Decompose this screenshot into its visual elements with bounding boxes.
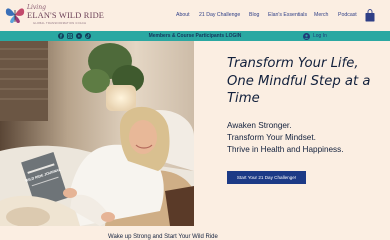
woman-reading-photo: WILD RIDE JOURNAL bbox=[0, 41, 194, 226]
login-label: Log In bbox=[313, 33, 327, 39]
brand-tagline: GLOBAL TRANSFORMATION COACH bbox=[33, 22, 87, 25]
user-avatar-icon bbox=[303, 32, 310, 40]
nav-podcast[interactable]: Podcast bbox=[338, 12, 357, 18]
members-login-link[interactable]: Members & Course Participants LOGIN bbox=[0, 33, 390, 39]
nav-about[interactable]: About bbox=[176, 12, 190, 18]
brand-title[interactable]: ELAN'S WILD RIDE bbox=[27, 11, 104, 20]
nav-elans-essentials[interactable]: Elan's Essentials bbox=[268, 12, 307, 18]
hero-tagline-line-2: Transform Your Mindset. bbox=[227, 133, 316, 142]
hero-photo: WILD RIDE JOURNAL bbox=[0, 41, 194, 226]
nav-blog[interactable]: Blog bbox=[249, 12, 259, 18]
site-header: Living ELAN'S WILD RIDE GLOBAL TRANSFORM… bbox=[0, 0, 390, 31]
login-button[interactable]: Log In bbox=[303, 32, 327, 40]
butterfly-icon[interactable] bbox=[4, 4, 26, 26]
hero-tagline-line-3: Thrive in Health and Happiness. bbox=[227, 145, 344, 154]
nav-merch[interactable]: Merch bbox=[314, 12, 328, 18]
brand-script-line: Living bbox=[27, 4, 46, 11]
start-challenge-button[interactable]: Start Your 21 Day Challenge! bbox=[227, 171, 306, 184]
section-heading-peek: Wake up Strong and Start Your Wild Ride bbox=[108, 234, 218, 240]
shopping-bag-icon[interactable] bbox=[365, 9, 375, 22]
hero-headline: Transform Your Life, One Mindful Step at… bbox=[227, 56, 371, 106]
nav-21-day-challenge[interactable]: 21 Day Challenge bbox=[199, 12, 240, 18]
hero-tagline-line-1: Awaken Stronger. bbox=[227, 121, 292, 130]
